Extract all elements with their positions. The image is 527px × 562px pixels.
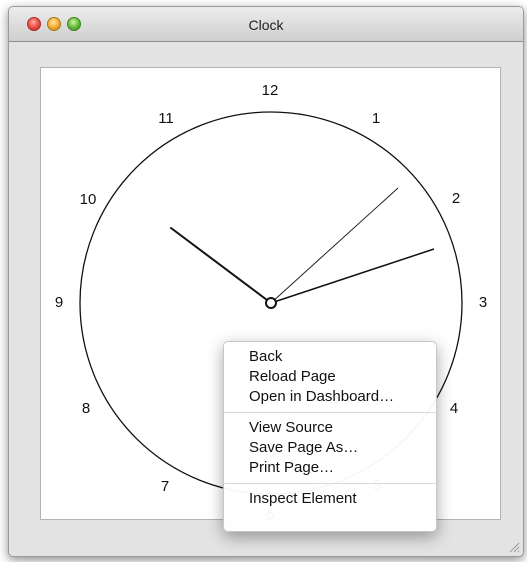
numeral-2: 2: [452, 190, 460, 207]
center-pin: [265, 297, 277, 309]
numeral-10: 10: [80, 191, 97, 208]
menu-item-open-in-dashboard[interactable]: Open in Dashboard…: [224, 387, 436, 407]
menu-item-reload-page[interactable]: Reload Page: [224, 367, 436, 387]
menu-item-save-page-as[interactable]: Save Page As…: [224, 438, 436, 458]
numeral-9: 9: [55, 294, 63, 311]
title-bar[interactable]: Clock: [9, 7, 523, 42]
numeral-4: 4: [450, 400, 458, 417]
menu-item-view-source[interactable]: View Source: [224, 418, 436, 438]
menu-item-print-page[interactable]: Print Page…: [224, 458, 436, 478]
numeral-1: 1: [372, 110, 380, 127]
numeral-8: 8: [82, 400, 90, 417]
menu-item-inspect-element[interactable]: Inspect Element: [224, 489, 436, 509]
numeral-3: 3: [479, 294, 487, 311]
resize-grip-icon[interactable]: [508, 541, 520, 553]
hour-hand: [170, 227, 272, 304]
window-title: Clock: [248, 17, 284, 33]
numeral-12: 12: [262, 82, 279, 99]
menu-item-back[interactable]: Back: [224, 347, 436, 367]
menu-separator: [224, 412, 436, 413]
numeral-7: 7: [161, 478, 169, 495]
menu-separator: [224, 483, 436, 484]
minute-hand: [270, 187, 399, 304]
context-menu: Back Reload Page Open in Dashboard… View…: [223, 341, 437, 532]
second-hand: [270, 248, 435, 304]
numeral-11: 11: [158, 110, 174, 127]
